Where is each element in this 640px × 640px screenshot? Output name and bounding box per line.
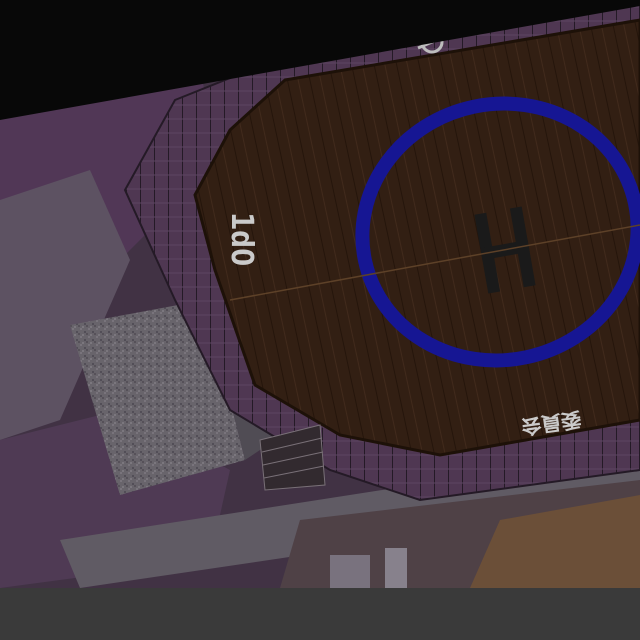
game-viewport[interactable]: 1dO 委員会 — [0, 0, 640, 588]
helipad-code-label: 1dO — [224, 212, 259, 266]
ground-building-white-2 — [385, 548, 407, 588]
helipad-scene: 1dO 委員会 — [0, 0, 640, 588]
bottom-bar — [0, 588, 640, 640]
ground-building-white — [330, 555, 370, 588]
